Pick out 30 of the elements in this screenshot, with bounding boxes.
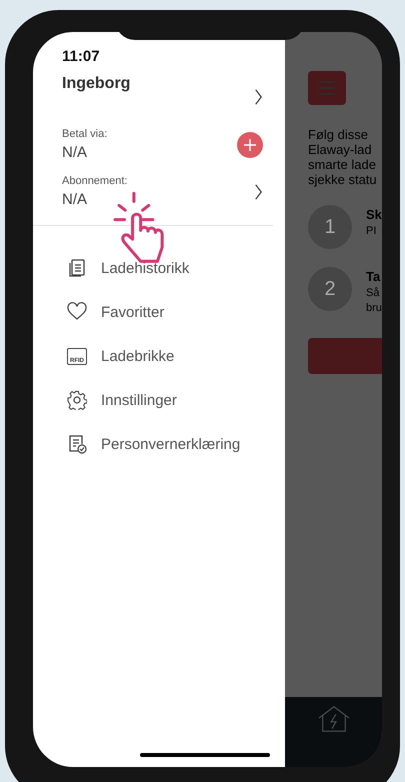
intro-text: smarte lade (308, 157, 377, 172)
subscription-label: Abonnement: (62, 175, 128, 187)
payment-value: N/A (62, 144, 88, 161)
menu-item[interactable]: Favoritter (101, 304, 164, 320)
step-text: bru (366, 302, 382, 314)
step-text: PI (366, 225, 378, 237)
add-icon[interactable] (237, 132, 263, 158)
heart-icon (67, 302, 87, 322)
menu-item[interactable]: Innstillinger (101, 392, 177, 408)
status-time: 11:07 (62, 48, 101, 65)
step-number: 1 (308, 205, 352, 249)
menu-item[interactable]: Ladehistorikk (101, 260, 190, 276)
user-name: Ingeborg (62, 75, 130, 93)
chevron-right-icon[interactable] (254, 182, 263, 200)
intro-text: Elaway-lad (308, 142, 373, 157)
step-title: Sk (366, 207, 382, 222)
menu-item[interactable]: Ladebrikke (101, 348, 174, 364)
intro-text: sjekke statu (308, 172, 378, 187)
step-number: 2 (308, 267, 352, 311)
receipt-icon (67, 258, 87, 278)
intro-text: Følg disse (308, 127, 369, 142)
step-title: Ta (366, 269, 382, 284)
subscription-value: N/A (62, 191, 88, 208)
payment-label: Betal via: (62, 128, 108, 140)
house-bolt-icon[interactable] (318, 705, 350, 733)
step-text: Så (366, 287, 380, 299)
settings-icon (67, 390, 87, 410)
chevron-right-icon[interactable] (254, 88, 263, 106)
document-check-icon (67, 434, 87, 454)
menu-item[interactable]: Personvernerklæring (101, 436, 240, 452)
